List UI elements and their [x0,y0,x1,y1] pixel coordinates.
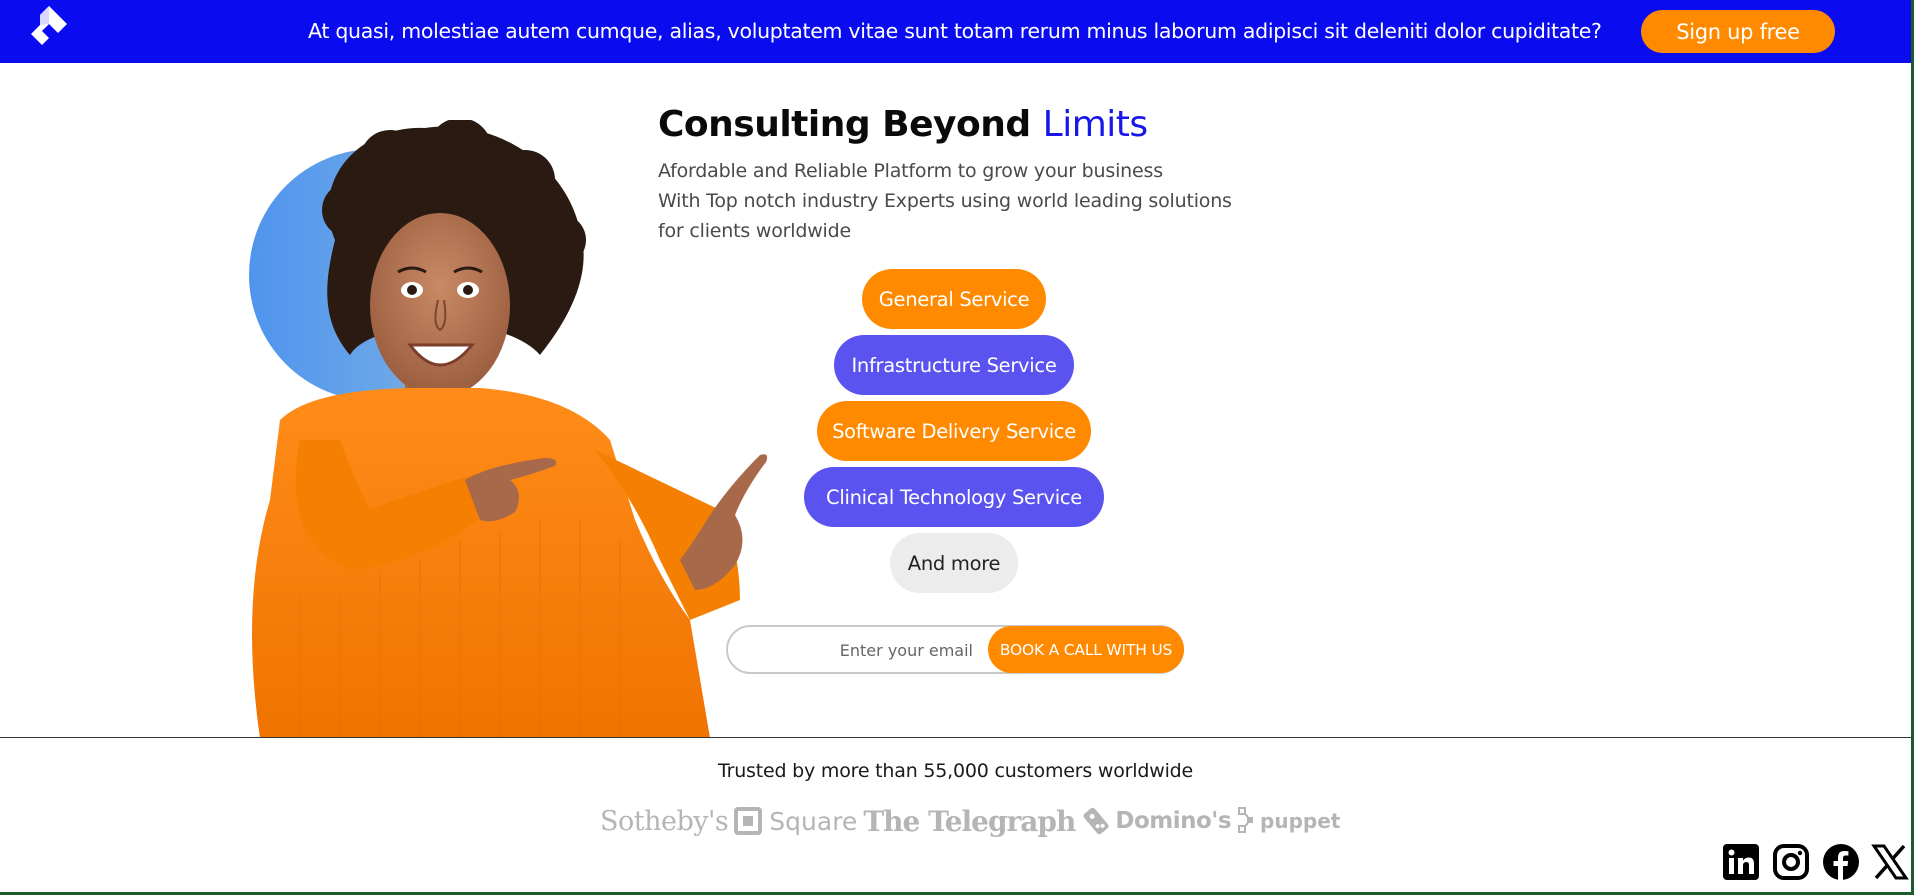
hero-subtitle: Afordable and Reliable Platform to grow … [658,156,1278,246]
infrastructure-service-button[interactable]: Infrastructure Service [834,335,1074,395]
square-logo: Square [734,807,857,836]
software-delivery-service-button[interactable]: Software Delivery Service [817,401,1091,461]
section-divider [0,737,1911,738]
linkedin-icon[interactable] [1722,843,1760,881]
brand-logo-icon[interactable] [26,4,72,50]
book-call-button[interactable]: BOOK A CALL WITH US [988,626,1184,673]
title-main: Consulting Beyond [658,104,1043,145]
email-input[interactable] [738,635,973,665]
telegraph-logo: The Telegraph [863,804,1076,838]
email-cta-form: BOOK A CALL WITH US [726,625,1184,674]
subtitle-line: Afordable and Reliable Platform to grow … [658,160,1163,182]
square-logo-icon [734,807,763,835]
clinical-technology-service-button[interactable]: Clinical Technology Service [804,467,1104,527]
puppet-mark-icon [1238,807,1254,833]
sothebys-logo: Sotheby's [600,805,729,837]
banner-message: At quasi, molestiae autem cumque, alias,… [308,19,1602,43]
square-logo-text: Square [769,806,858,836]
sign-up-button[interactable]: Sign up free [1641,10,1835,53]
trusted-text: Trusted by more than 55,000 customers wo… [717,760,1194,782]
and-more-button[interactable]: And more [890,533,1018,593]
top-banner: At quasi, molestiae autem cumque, alias,… [0,0,1911,63]
general-service-button[interactable]: General Service [862,269,1046,329]
domino-tile-icon [1083,807,1109,835]
facebook-icon[interactable] [1822,843,1860,881]
title-accent: Limits [1042,104,1149,145]
dominos-logo-text: Domino's [1115,808,1232,834]
x-icon[interactable] [1871,843,1909,881]
puppet-logo-text: puppet [1260,809,1341,833]
dominos-logo: Domino's [1081,806,1232,836]
page-title: Consulting Beyond Limits [658,104,1148,145]
brand-logos: Sotheby's Square The Telegraph Domino's … [600,800,1340,842]
instagram-icon[interactable] [1772,843,1810,881]
subtitle-line: for clients worldwide [658,220,851,242]
puppet-logo: puppet [1237,806,1340,836]
subtitle-line: With Top notch industry Experts using wo… [658,190,1232,212]
